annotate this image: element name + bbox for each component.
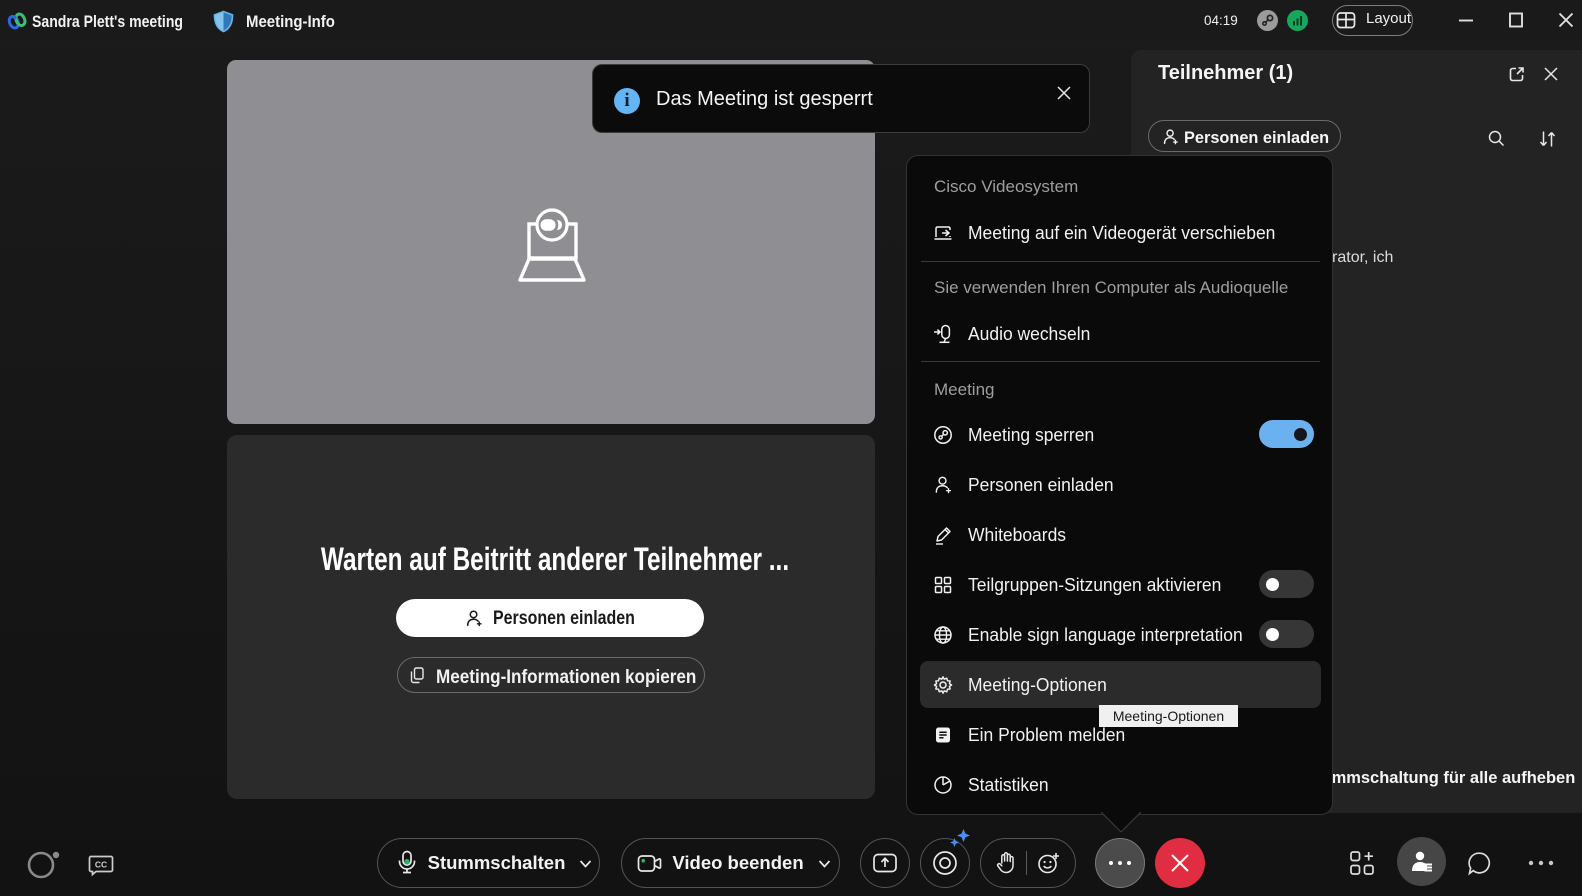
svg-text:CC: CC [95,860,107,870]
